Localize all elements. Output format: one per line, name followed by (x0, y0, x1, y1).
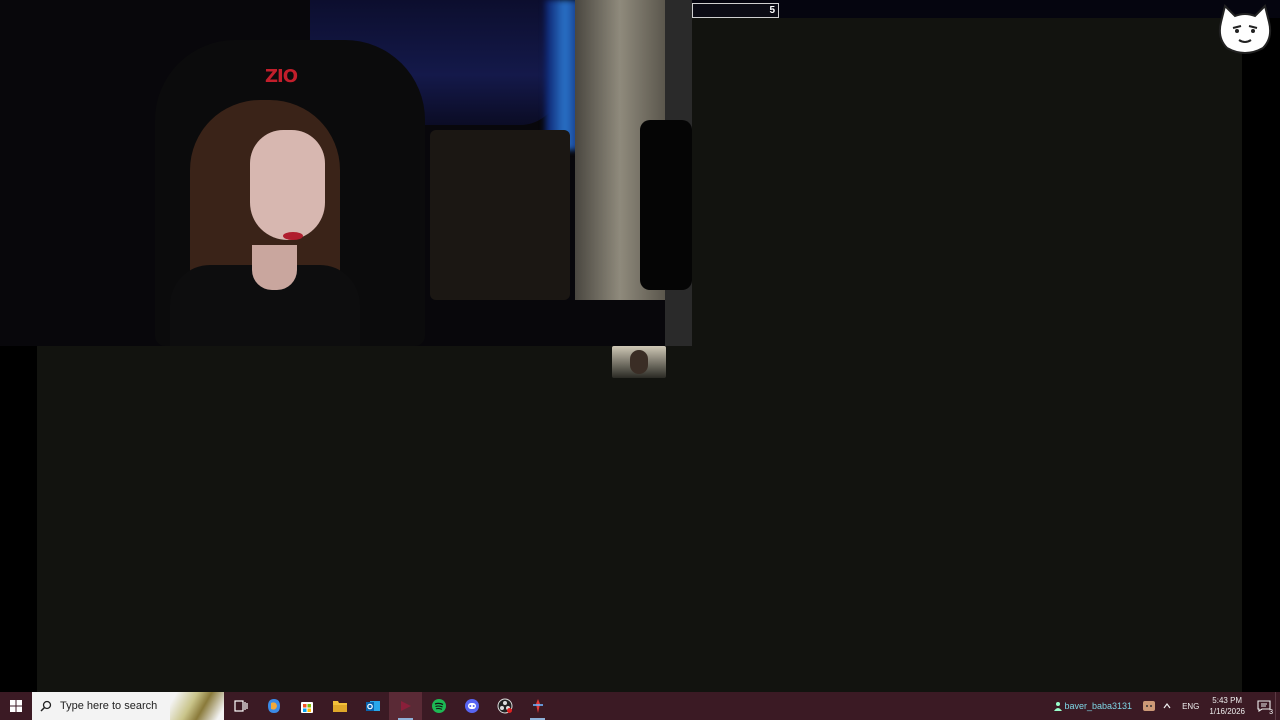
spotify-button[interactable] (422, 692, 455, 720)
task-view-button[interactable] (224, 692, 257, 720)
webcam-feed: ZIO (0, 0, 692, 346)
outlook-icon (365, 701, 380, 711)
notification-center-button[interactable]: 3 (1253, 692, 1275, 720)
outlook-button[interactable] (356, 692, 389, 720)
taskbar: Type here to search baver_baba3131 ENG 5… (0, 692, 1280, 720)
search-placeholder: Type here to search (60, 700, 158, 712)
streaming-app-button[interactable] (389, 692, 422, 720)
game-app-button[interactable] (521, 692, 554, 720)
start-button[interactable] (0, 692, 32, 720)
user-avatar-icon[interactable] (1053, 701, 1063, 711)
obs-button[interactable] (488, 692, 521, 720)
tray-app-icon[interactable] (1142, 700, 1156, 712)
streamer-face (250, 130, 325, 240)
taskbar-search[interactable]: Type here to search (32, 692, 224, 720)
streaming-app-icon (400, 701, 411, 711)
store-button[interactable] (290, 692, 323, 720)
chair-logo: ZIO (265, 66, 298, 87)
clock-date: 1/16/2026 (1209, 707, 1245, 716)
game-app-icon (532, 699, 543, 713)
clock-time: 5:43 PM (1212, 696, 1243, 705)
file-explorer-icon (332, 701, 347, 712)
file-explorer-button[interactable] (323, 692, 356, 720)
cat-mascot-icon (1218, 4, 1272, 54)
right-edge (1242, 18, 1280, 692)
task-view-icon (233, 700, 248, 712)
counter-overlay: 5 (692, 3, 779, 18)
search-icon (40, 700, 52, 712)
system-tray: baver_baba3131 ENG 5:43 PM 1/16/2026 3 (1053, 692, 1280, 720)
avatar-thumbnail (612, 346, 666, 378)
windows-icon (10, 700, 22, 712)
desktop-area (37, 346, 1242, 692)
discord-button[interactable] (455, 692, 488, 720)
spotify-icon (431, 699, 446, 713)
notification-count: 3 (1269, 709, 1273, 716)
clock[interactable]: 5:43 PM 1/16/2026 (1209, 695, 1245, 717)
tray-username[interactable]: baver_baba3131 (1065, 701, 1133, 711)
chevron-up-icon[interactable] (1162, 701, 1172, 711)
language-indicator[interactable]: ENG (1182, 702, 1199, 711)
search-highlight-image (170, 692, 224, 720)
show-desktop-button[interactable] (1275, 692, 1280, 720)
discord-icon (464, 699, 479, 713)
blank-panel (692, 18, 1242, 346)
copilot-icon (267, 699, 280, 713)
store-icon (300, 702, 313, 713)
top-strip (692, 0, 1280, 18)
obs-icon (497, 698, 512, 714)
copilot-button[interactable] (257, 692, 290, 720)
